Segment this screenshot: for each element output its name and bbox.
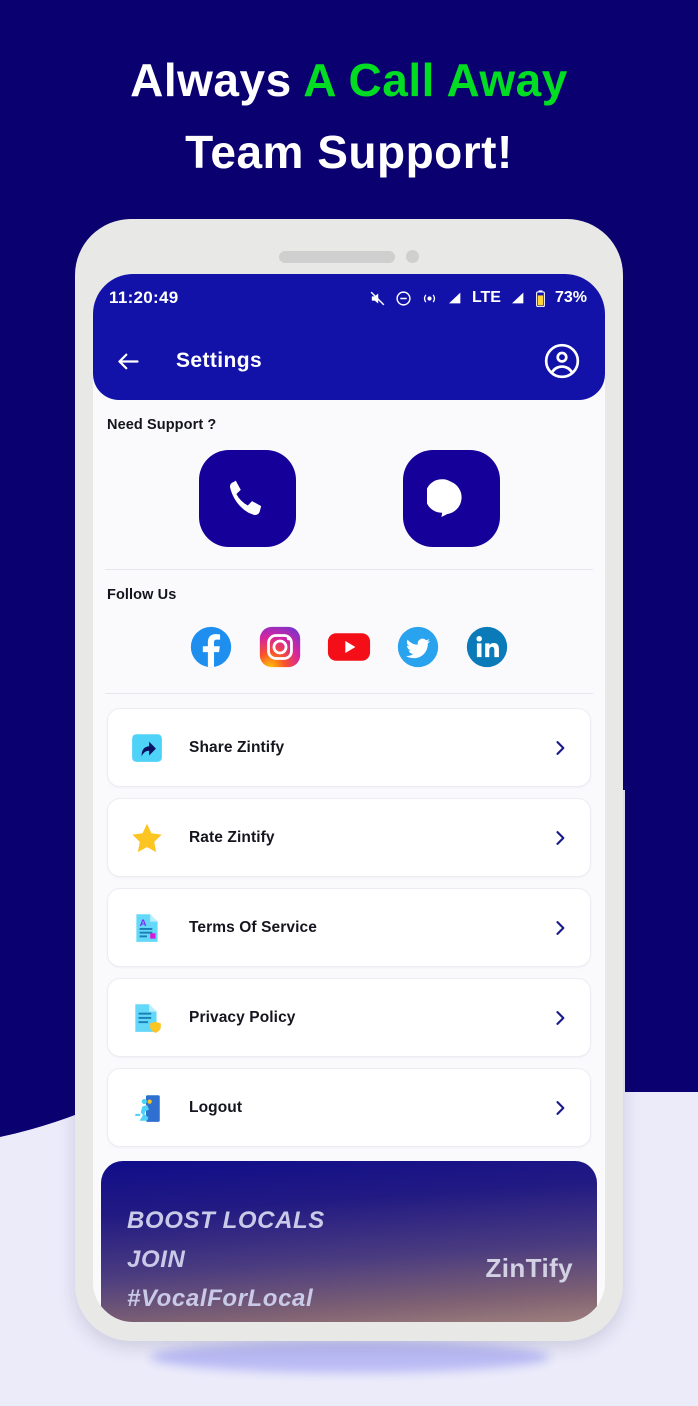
front-camera-icon [406,250,419,263]
instagram-icon[interactable] [258,625,302,669]
settings-menu-list: Share Zintify Rate Zintify A Terms Of Se… [93,694,605,1147]
settings-content: Need Support ? Follow Us Share Zintify R… [93,400,605,1322]
speaker-grille [279,250,395,263]
menu-item-privacy[interactable]: Privacy Policy [107,978,591,1057]
page-title: Settings [176,349,263,372]
need-support-label: Need Support ? [107,417,217,433]
phone-icon [229,480,262,515]
menu-item-logout[interactable]: Logout [107,1068,591,1147]
headline-white-part: Always [130,54,304,106]
zintify-logo: ZinTify [485,1253,573,1283]
chat-bubble-icon [427,478,462,517]
headline-green-part: A Call Away [303,54,568,106]
menu-item-label: Rate Zintify [189,828,275,846]
hotspot-icon [423,294,435,302]
background-lavender-right [625,1092,698,1406]
phone-screen: 11:20:49 LTE 73% Settings Need Support ?… [93,274,605,1322]
star-icon [132,823,162,852]
menu-item-share[interactable]: Share Zintify [107,708,591,787]
menu-item-label: Share Zintify [189,738,285,756]
svg-text:A: A [140,917,147,928]
menu-item-terms[interactable]: A Terms Of Service [107,888,591,967]
phone-speaker-row [279,250,419,263]
support-button-row [93,433,605,569]
promo-banner[interactable]: BOOST LOCALS JOIN #VocalForLocal ZinTify [101,1161,597,1322]
status-bar: 11:20:49 LTE 73% [93,274,605,322]
back-button[interactable] [115,348,142,375]
menu-item-label: Terms Of Service [189,918,317,936]
banner-text: BOOST LOCALS JOIN #VocalForLocal [127,1201,325,1318]
linkedin-icon[interactable] [465,625,509,669]
top-blue-area: 11:20:49 LTE 73% Settings [93,274,605,400]
promo-headline: Always A Call Away Team Support! [0,44,698,188]
exit-door-icon [135,1094,160,1122]
youtube-icon[interactable] [327,625,371,669]
menu-item-label: Privacy Policy [189,1008,296,1026]
twitter-icon[interactable] [396,625,440,669]
chevron-right-icon [556,920,565,935]
app-bar: Settings [93,322,605,400]
call-support-button[interactable] [198,450,296,547]
facebook-icon[interactable] [189,625,233,669]
chat-support-button[interactable] [402,450,500,547]
status-time: 11:20:49 [109,288,179,307]
chevron-right-icon [556,740,565,755]
share-icon [132,733,162,762]
status-icon-group: LTE 73% [369,289,587,307]
battery-icon [536,289,545,307]
chevron-right-icon [556,830,565,845]
menu-item-label: Logout [189,1098,243,1116]
account-button[interactable] [543,342,581,380]
phone-drop-shadow [150,1341,550,1373]
account-circle-icon [544,343,580,379]
signal-icon-2 [511,292,524,304]
do-not-disturb-icon [396,290,411,306]
signal-icon [448,292,461,304]
banner-line-3: #VocalForLocal [127,1285,314,1312]
chevron-right-icon [556,1010,565,1025]
background-navy-right-strip [625,780,698,1092]
banner-line-1: BOOST LOCALS [127,1207,325,1234]
social-links-row [93,603,605,693]
document-text-icon: A [136,913,158,942]
arrow-left-icon [118,353,139,369]
follow-us-label: Follow Us [107,587,177,603]
headline-line-1: Always A Call Away [0,44,698,116]
battery-percentage: 73% [554,289,587,306]
phone-mockup: 11:20:49 LTE 73% Settings Need Support ?… [75,219,623,1341]
document-shield-icon [135,1003,161,1033]
chevron-right-icon [556,1100,565,1115]
banner-line-2: JOIN [127,1246,186,1273]
network-type-label: LTE [471,289,501,306]
headline-line-2: Team Support! [185,126,513,178]
menu-item-rate[interactable]: Rate Zintify [107,798,591,877]
mute-icon [370,291,385,305]
